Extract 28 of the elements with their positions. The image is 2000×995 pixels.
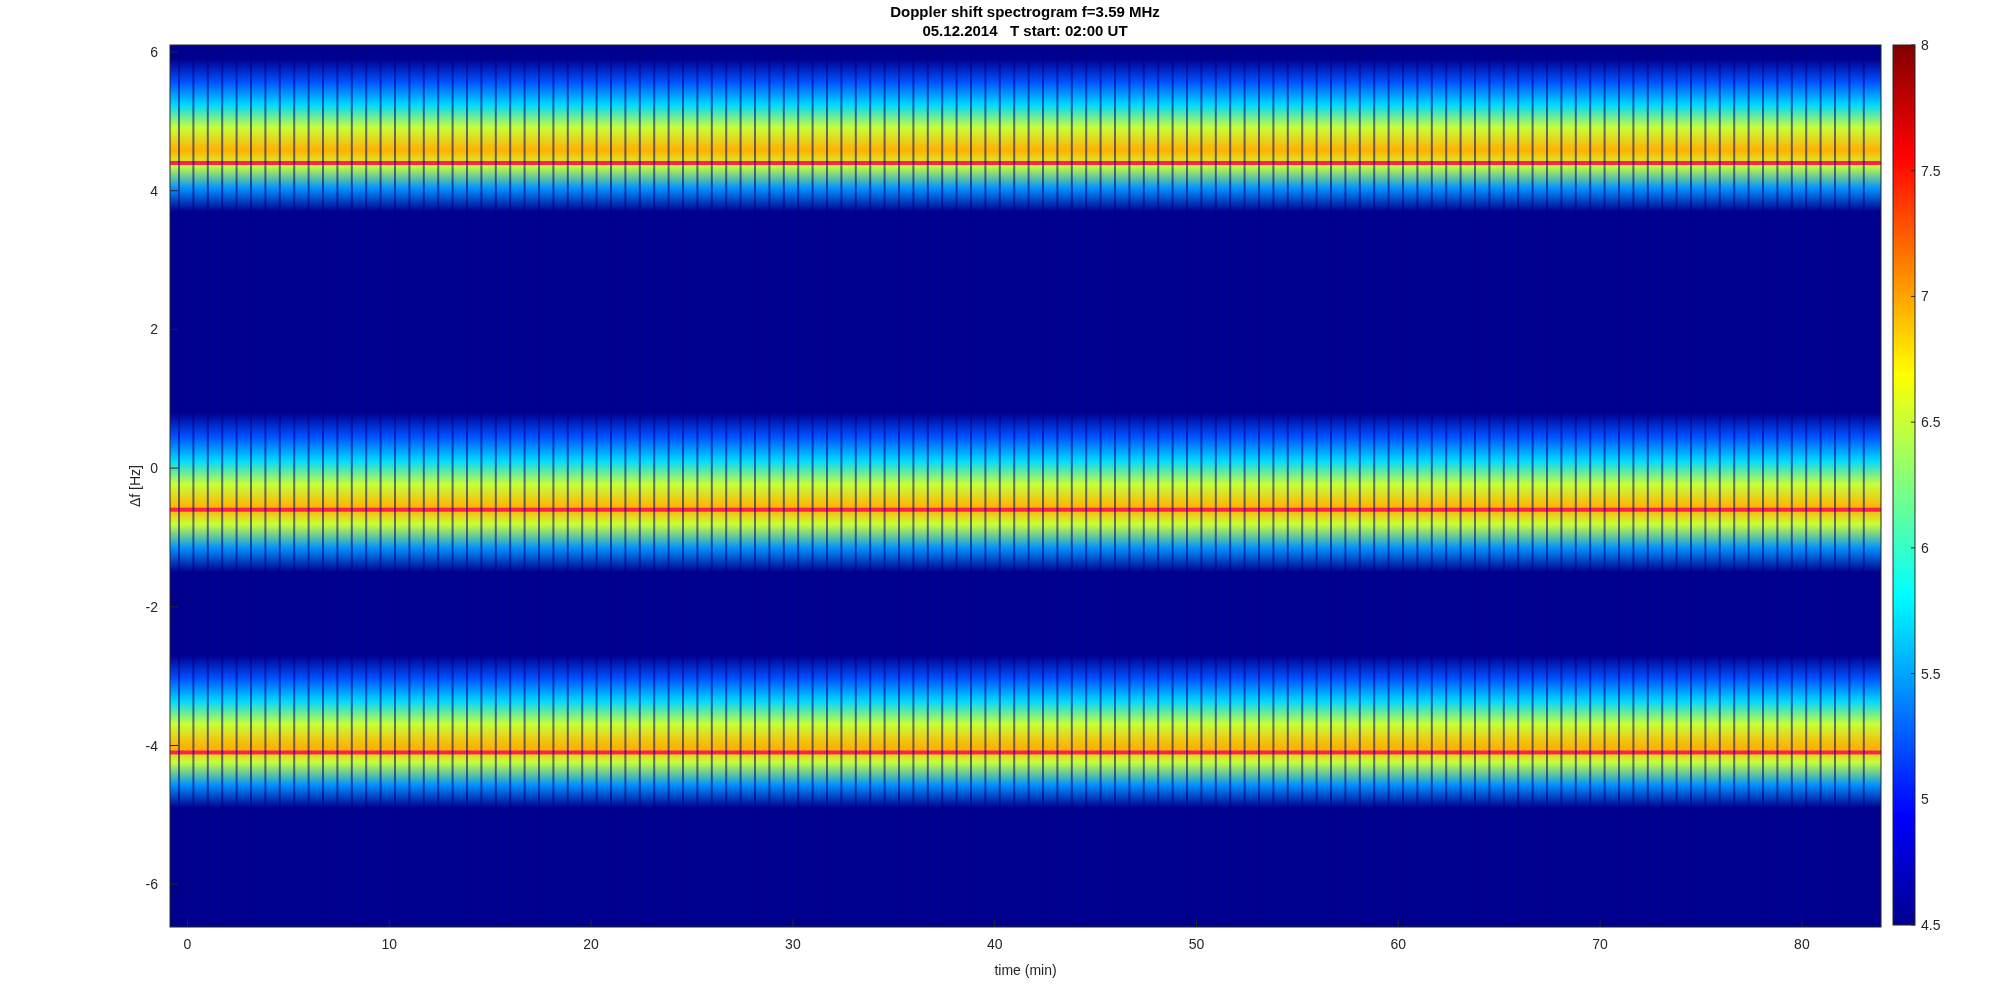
colorbar-tick-label: 5 [1921,791,1929,808]
colorbar-tick-label: 5.5 [1921,665,1941,682]
y-tick-label: 4 [150,182,158,199]
y-tick-label: 6 [150,44,158,60]
chart-title: Doppler shift spectrogram f=3.59 MHz [890,3,1160,20]
x-tick-label: 60 [1390,936,1407,952]
x-tick-label: 10 [381,936,398,952]
chart-subtitle: 05.12.2014 T start: 02:00 UT [922,22,1128,39]
y-tick-label: 0 [150,460,158,477]
x-tick-label: 70 [1592,936,1608,952]
y-tick-label: -2 [145,598,158,615]
x-tick-label: 0 [183,936,192,952]
x-tick-label: 30 [785,936,801,952]
y-tick-label: 2 [150,321,158,338]
x-tick-label: 80 [1794,936,1810,952]
y-tick-label: -4 [145,737,158,754]
colorbar-tick-label: 4.5 [1921,917,1941,933]
colorbar-tick-label: 6 [1921,539,1929,556]
colorbar-tick-label: 7.5 [1921,162,1941,179]
x-axis-label: time (min) [994,962,1057,978]
colorbar-tick-label: 6.5 [1921,414,1941,431]
y-tick-label: -6 [145,876,158,893]
x-tick-label: 20 [583,936,599,952]
x-tick-label: 40 [986,936,1003,952]
colorbar-tick-label: 7 [1921,288,1929,305]
y-axis-label: Δf [Hz] [127,465,143,507]
colorbar-tick-label: 8 [1921,37,1929,53]
x-tick-label: 50 [1188,936,1205,952]
